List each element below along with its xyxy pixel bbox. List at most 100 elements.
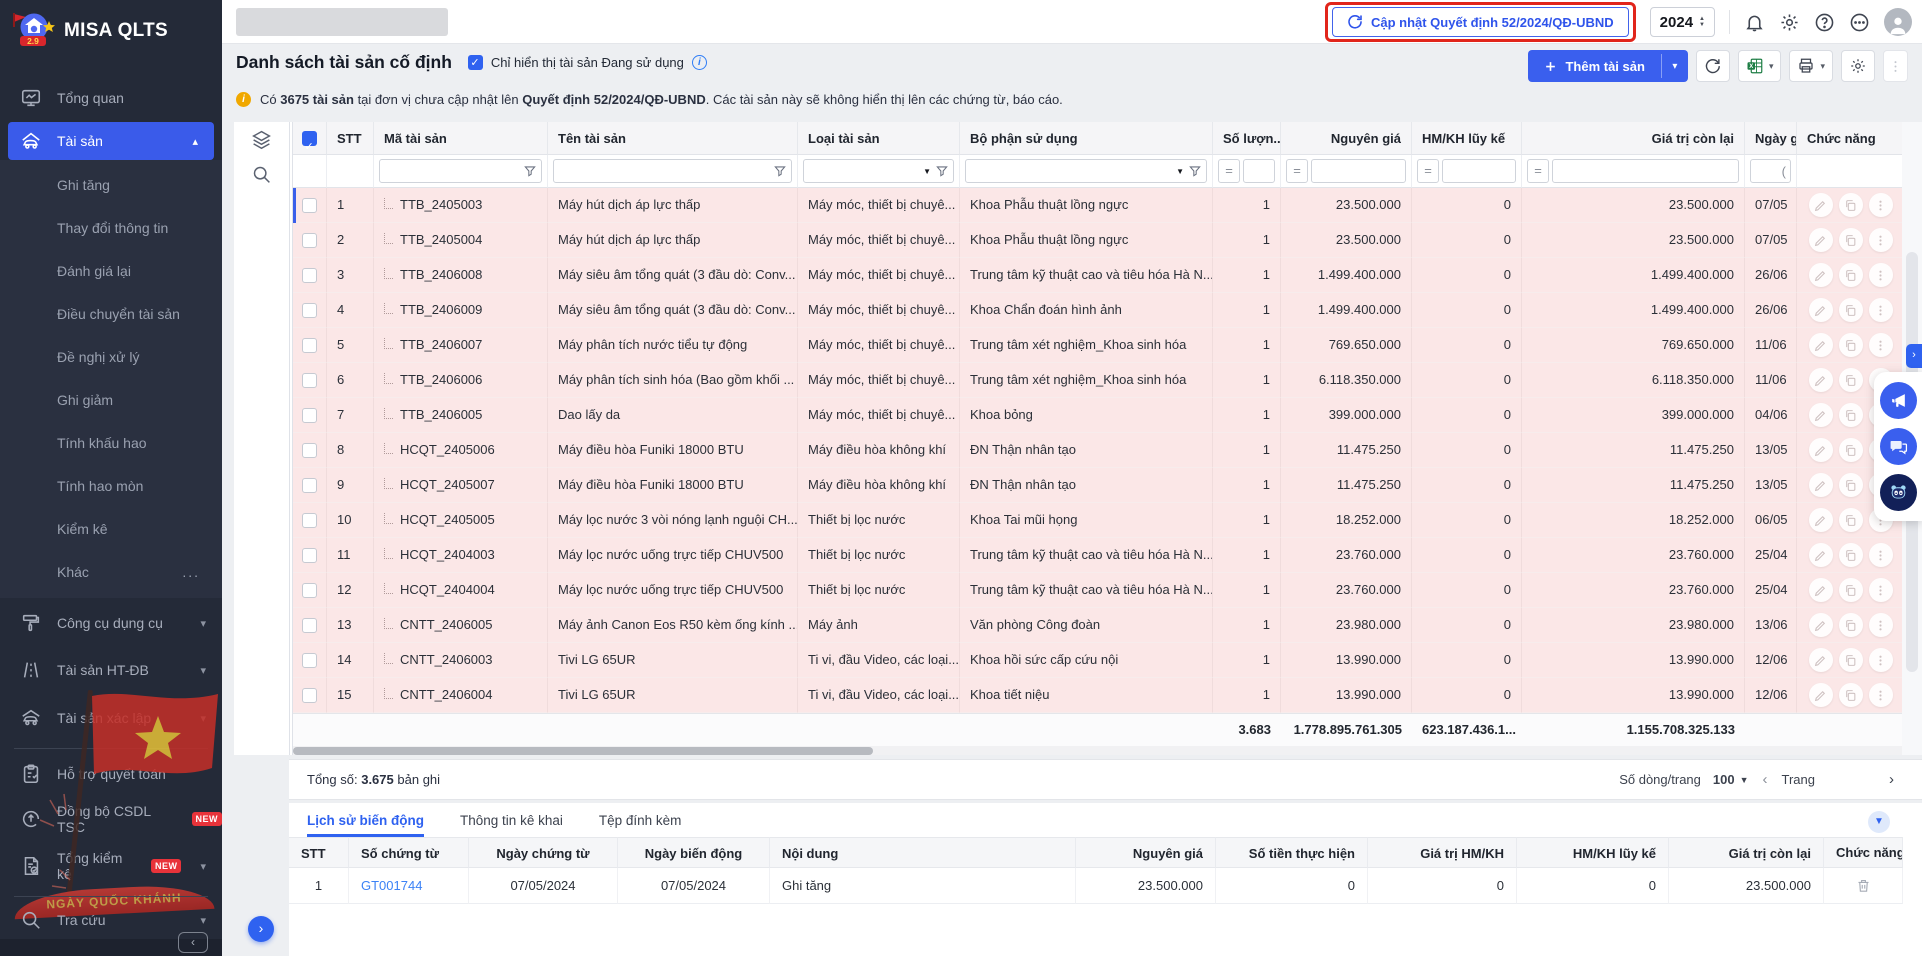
sidebar-subitem[interactable]: Tính khấu hao [0,422,222,465]
col-header-date[interactable]: Ngày g [1745,122,1797,155]
duplicate-button[interactable] [1839,438,1863,462]
filter-select-dept[interactable]: ▼ [965,159,1207,183]
table-row[interactable]: 8 HCQT_2405006 Máy điều hòa Funiki 18000… [293,433,1902,468]
prev-page-button[interactable]: ‹ [1761,771,1770,788]
filter-funnel-icon[interactable] [1188,164,1202,178]
filter-select-type[interactable]: ▼ [803,159,954,183]
edit-button[interactable] [1809,368,1833,392]
layers-icon[interactable] [251,129,272,150]
row-more-button[interactable] [1869,578,1893,602]
sidebar-item-tong-quan[interactable]: Tổng quan [0,78,222,118]
announcements-button[interactable] [1880,382,1917,419]
tree-expand-icon[interactable] [384,653,393,664]
duplicate-button[interactable] [1839,683,1863,707]
sidebar-item-dong-bo-csdl-tsc[interactable]: Đồng bộ CSDL TSC NEW [0,796,222,842]
filter-input-dep[interactable] [1442,159,1516,183]
table-row[interactable]: 10 HCQT_2405005 Máy lọc nước 3 vòi nóng … [293,503,1902,538]
chevron-down-icon[interactable]: ▼ [1176,167,1184,176]
table-row[interactable]: 13 CNTT_2406005 Máy ảnh Canon Eos R50 kè… [293,608,1902,643]
tree-expand-icon[interactable] [384,618,393,629]
edit-button[interactable] [1809,193,1833,217]
row-more-button[interactable] [1869,333,1893,357]
row-checkbox[interactable] [302,513,317,528]
row-checkbox[interactable] [302,233,317,248]
filter-input-remain[interactable] [1552,159,1739,183]
sidebar-item-tong-kiem-ke[interactable]: Tổng kiểm kê NEW ▾ [0,842,222,890]
col-header-dep[interactable]: HM/KH lũy kế [1412,122,1522,155]
user-avatar[interactable] [1884,8,1912,36]
chevron-down-icon[interactable]: ▾ [1769,61,1774,72]
more-options-icon[interactable] [1849,12,1870,33]
filter-operator-remain[interactable]: = [1527,159,1549,183]
filter-operator-qty[interactable]: = [1218,159,1240,183]
sidebar-subitem[interactable]: Đánh giá lại [0,250,222,293]
edit-button[interactable] [1809,298,1833,322]
table-row[interactable]: 15 CNTT_2406004 Tivi LG 65UR Ti vi, đầu … [293,678,1902,713]
sidebar-item-tai-san-xac-lap[interactable]: Tài sản xác lập ▾ [0,694,222,742]
in-use-filter-checkbox[interactable]: Chỉ hiển thị tài sản Đang sử dụng i [468,55,707,70]
delete-trash-icon[interactable] [1856,878,1871,893]
scrollbar-thumb[interactable] [293,747,873,755]
col-header-cost[interactable]: Nguyên giá [1281,122,1412,155]
table-row[interactable]: 4 TTB_2406009 Máy siêu âm tổng quát (3 đ… [293,293,1902,328]
row-checkbox[interactable] [302,303,317,318]
filter-input-date[interactable]: ( [1750,159,1791,183]
sidebar-subitem[interactable]: Điều chuyển tài sản [0,293,222,336]
table-row[interactable]: 14 CNTT_2406003 Tivi LG 65UR Ti vi, đầu … [293,643,1902,678]
filter-input-cost[interactable] [1311,159,1406,183]
tree-expand-icon[interactable] [384,268,393,279]
row-checkbox[interactable] [302,653,317,668]
ai-assistant-button[interactable] [1880,474,1917,511]
filter-input-qty[interactable] [1243,159,1275,183]
sidebar-subitem[interactable]: Tính hao mòn [0,465,222,508]
edit-button[interactable] [1809,263,1833,287]
sidebar-item-tai-san[interactable]: Tài sản ▴ [8,122,214,160]
row-more-button[interactable] [1869,543,1893,567]
duplicate-button[interactable] [1839,298,1863,322]
tree-expand-icon[interactable] [384,198,393,209]
duplicate-button[interactable] [1839,473,1863,497]
float-panel-toggle[interactable]: › [1906,344,1922,368]
filter-operator-cost[interactable]: = [1286,159,1308,183]
filter-funnel-icon[interactable] [935,164,949,178]
chevron-down-icon[interactable]: ▾ [1820,61,1825,72]
tree-expand-icon[interactable] [384,478,393,489]
sidebar-subitem[interactable]: Ghi tăng [0,164,222,207]
info-icon[interactable]: i [692,55,707,70]
edit-button[interactable] [1809,473,1833,497]
app-logo[interactable]: 2.9 MISA QLTS [10,8,168,54]
panel-expand-button[interactable]: › [248,916,274,942]
col-header-qty[interactable]: Số lượn... [1213,122,1281,155]
row-checkbox[interactable] [302,548,317,563]
horizontal-scrollbar[interactable] [293,746,1902,755]
table-row[interactable]: 11 HCQT_2404003 Máy lọc nước uống trực t… [293,538,1902,573]
edit-button[interactable] [1809,683,1833,707]
refresh-button[interactable] [1696,50,1730,82]
edit-button[interactable] [1809,333,1833,357]
edit-button[interactable] [1809,403,1833,427]
sidebar-subitem[interactable]: Thay đổi thông tin [0,207,222,250]
row-checkbox[interactable] [302,373,317,388]
add-asset-dropdown[interactable]: ▾ [1662,50,1688,82]
search-icon[interactable] [251,164,272,185]
duplicate-button[interactable] [1839,613,1863,637]
table-row[interactable]: 1 TTB_2405003 Máy hút dịch áp lực thấp M… [293,188,1902,223]
sidebar-item-cong-cu-dung-cu[interactable]: Công cụ dụng cụ ▾ [0,600,222,646]
edit-button[interactable] [1809,578,1833,602]
document-link[interactable]: GT001744 [361,878,422,893]
table-row[interactable]: 6 TTB_2406006 Máy phân tích sinh hóa (Ba… [293,363,1902,398]
sidebar-item-ho-tro-quyet-toan[interactable]: Hỗ trợ quyết toán [0,752,222,796]
row-checkbox[interactable] [302,478,317,493]
col-header-code[interactable]: Mã tài sản [374,122,548,155]
filter-input-name[interactable] [553,159,792,183]
row-more-button[interactable] [1869,298,1893,322]
duplicate-button[interactable] [1839,648,1863,672]
filter-funnel-icon[interactable] [773,164,787,178]
table-row[interactable]: 2 TTB_2405004 Máy hút dịch áp lực thấp M… [293,223,1902,258]
filter-funnel-icon[interactable] [523,164,537,178]
tree-expand-icon[interactable] [384,443,393,454]
tab-tep-dinh-kem[interactable]: Tệp đính kèm [599,813,682,837]
table-row[interactable]: 7 TTB_2406005 Dao lấy da Máy móc, thiết … [293,398,1902,433]
duplicate-button[interactable] [1839,333,1863,357]
sidebar-collapse-button[interactable]: ‹ [178,932,208,953]
